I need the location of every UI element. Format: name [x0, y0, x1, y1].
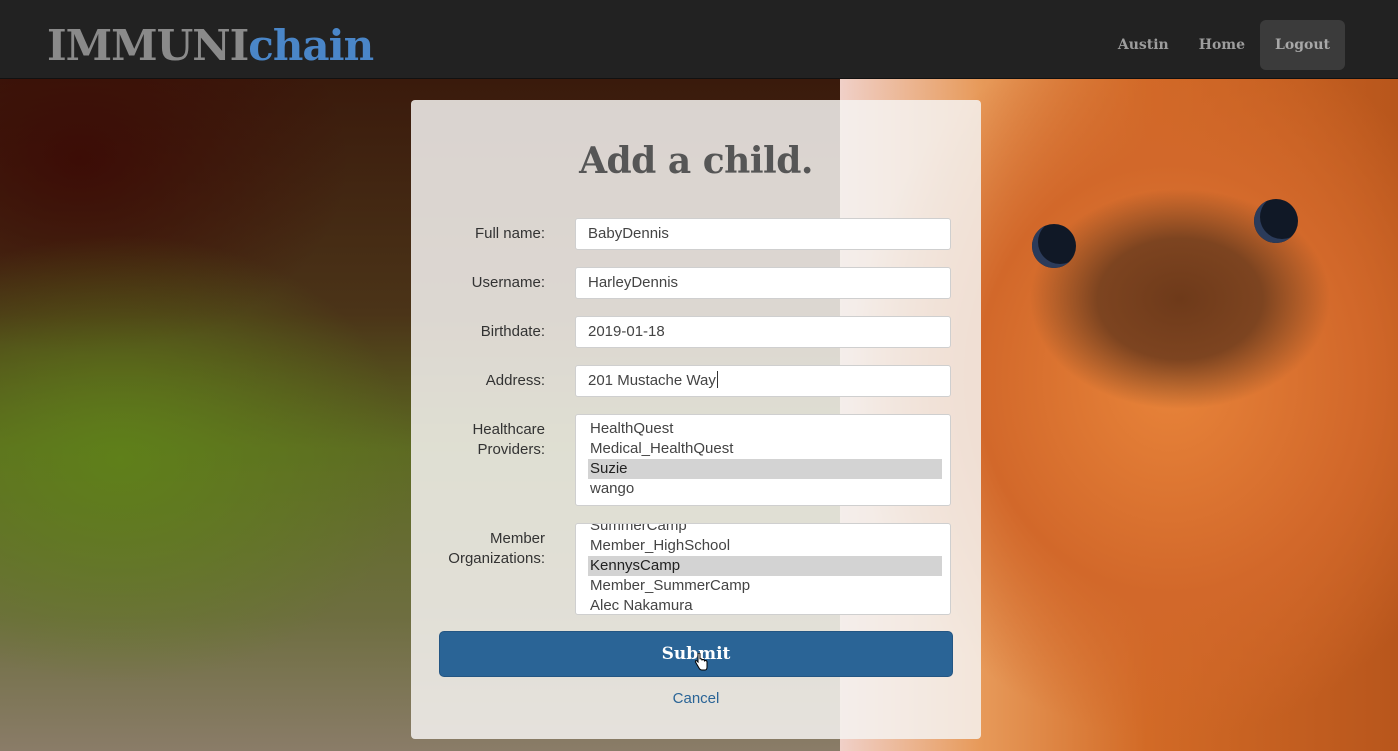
organization-option[interactable]: Member_SummerCamp [588, 576, 942, 596]
providers-label-line1: Healthcare [472, 421, 545, 438]
nav-logout-link[interactable]: Logout [1260, 20, 1345, 70]
address-input[interactable]: 201 Mustache Way [575, 365, 951, 397]
nav-home-link[interactable]: Home [1184, 20, 1260, 70]
nav-user-link[interactable]: Austin [1103, 20, 1184, 70]
teddy-left-eye [1032, 224, 1076, 268]
provider-option[interactable]: Medical_HealthQuest [588, 439, 942, 459]
text-caret [716, 371, 718, 388]
providers-label-line2: Providers: [477, 441, 545, 458]
organizations-label-line1: Member [489, 530, 545, 547]
organization-option[interactable]: Member_HighSchool [588, 536, 942, 556]
provider-option[interactable]: HealthQuest [588, 419, 942, 439]
address-label: Address: [485, 372, 545, 389]
teddy-right-eye [1254, 199, 1298, 243]
organizations-label-line2: Organizations: [448, 550, 545, 567]
provider-option-selected[interactable]: Suzie [588, 459, 942, 479]
organization-option[interactable]: Alec Nakamura [588, 596, 942, 614]
organization-option-selected[interactable]: KennysCamp [588, 556, 942, 576]
full-name-label: Full name: [474, 225, 545, 242]
username-label: Username: [471, 274, 545, 291]
brand-logo[interactable]: IMMUNIchain [47, 18, 374, 74]
brand-part-immuni: IMMUNI [47, 21, 249, 70]
cancel-link[interactable]: Cancel [0, 690, 1392, 707]
page-title: Add a child. [579, 140, 813, 182]
navbar: IMMUNIchain Austin Home Logout [0, 0, 1398, 79]
hand-pointer-cursor-icon [694, 653, 708, 671]
organization-option[interactable]: SummerCamp [588, 524, 942, 536]
provider-option[interactable]: wango [588, 479, 942, 499]
member-organizations-select[interactable]: SummerCamp Member_HighSchool KennysCamp … [575, 523, 951, 615]
birthdate-input[interactable]: 2019-01-18 [575, 316, 951, 348]
brand-part-chain: chain [248, 21, 374, 70]
address-value: 201 Mustache Way [588, 372, 716, 389]
full-name-input[interactable]: BabyDennis [575, 218, 951, 250]
birthdate-label: Birthdate: [480, 323, 545, 340]
healthcare-providers-select[interactable]: HealthQuest Medical_HealthQuest Suzie wa… [575, 414, 951, 506]
username-input[interactable]: HarleyDennis [575, 267, 951, 299]
nav-links: Austin Home Logout [1103, 20, 1345, 70]
